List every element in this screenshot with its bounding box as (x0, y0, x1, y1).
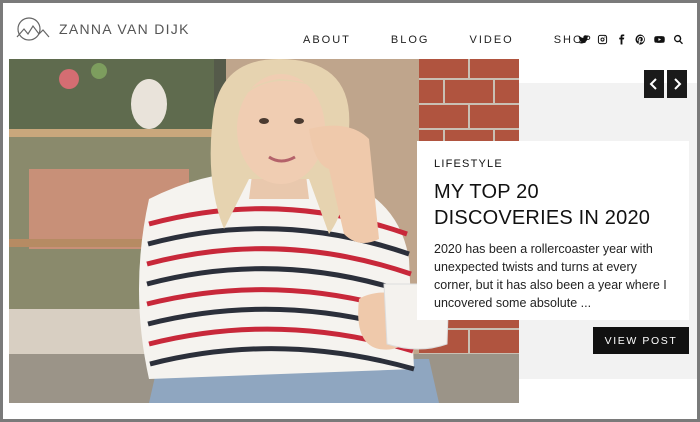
search-icon[interactable] (672, 33, 684, 45)
youtube-icon[interactable] (653, 33, 665, 45)
pinterest-icon[interactable] (634, 33, 646, 45)
twitter-icon[interactable] (577, 33, 589, 45)
nav-item-video[interactable]: VIDEO (469, 34, 513, 46)
view-post-button[interactable]: VIEW POST (593, 327, 689, 354)
post-title[interactable]: MY TOP 20 DISCOVERIES IN 2020 (434, 179, 673, 231)
page-frame: ZANNA VAN DIJK ABOUT BLOG VIDEO SHOP LIF… (3, 3, 697, 419)
main-nav: ABOUT BLOG VIDEO SHOP (303, 34, 593, 46)
facebook-icon[interactable] (615, 33, 627, 45)
social-links (577, 33, 684, 45)
featured-post-card: LIFESTYLE MY TOP 20 DISCOVERIES IN 2020 … (417, 141, 689, 320)
instagram-icon[interactable] (596, 33, 608, 45)
post-category[interactable]: LIFESTYLE (434, 158, 673, 170)
chevron-right-icon (674, 78, 682, 90)
slider-next-button[interactable] (667, 70, 687, 98)
nav-item-about[interactable]: ABOUT (303, 34, 351, 46)
slider-prev-button[interactable] (644, 70, 664, 98)
site-header: ZANNA VAN DIJK ABOUT BLOG VIDEO SHOP (3, 3, 697, 59)
post-excerpt: 2020 has been a rollercoaster year with … (434, 242, 667, 310)
site-logo[interactable]: ZANNA VAN DIJK (15, 17, 190, 41)
logo-text: ZANNA VAN DIJK (59, 21, 190, 37)
chevron-left-icon (649, 78, 657, 90)
logo-mountain-icon (16, 17, 50, 41)
nav-item-blog[interactable]: BLOG (391, 34, 430, 46)
